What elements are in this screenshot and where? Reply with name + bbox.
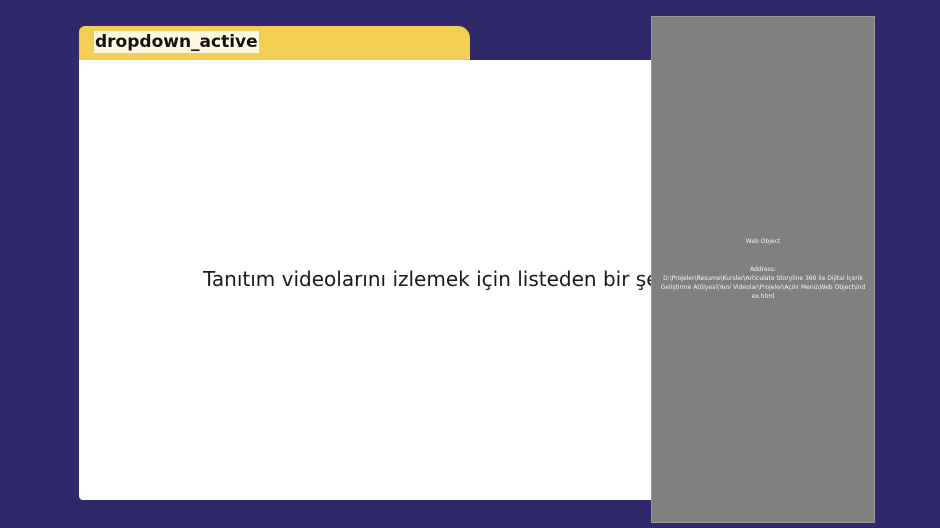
web-object-placeholder[interactable]: Web Object Address: D:\Projeler\Resume\K… bbox=[651, 16, 875, 523]
web-object-address-label: Address: bbox=[750, 266, 776, 273]
tab-header: dropdown_active bbox=[79, 26, 470, 62]
web-object-title: Web Object bbox=[745, 238, 781, 245]
slide-stage: dropdown_active Tanıtım videolarını izle… bbox=[0, 0, 940, 528]
web-object-address-value: D:\Projeler\Resume\Kursler\Articulate St… bbox=[660, 275, 866, 300]
tab-label: dropdown_active bbox=[94, 31, 259, 53]
